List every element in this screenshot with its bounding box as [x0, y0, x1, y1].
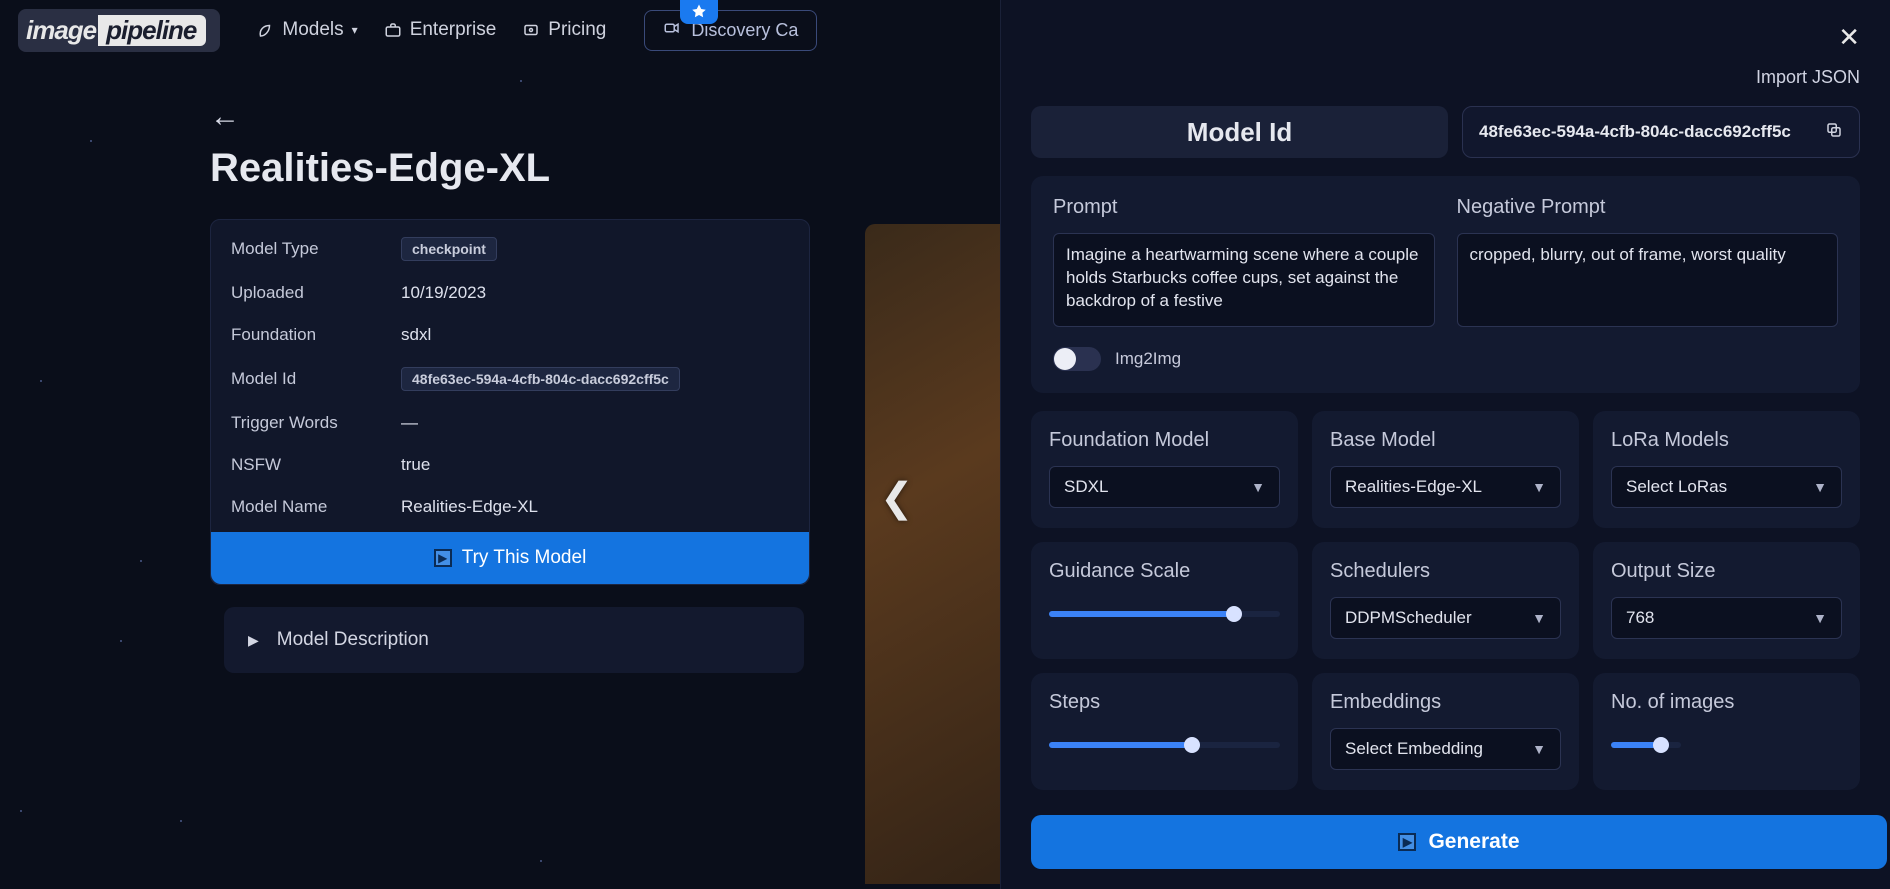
value: —: [401, 413, 418, 433]
chevron-down-icon: ▼: [1532, 610, 1546, 626]
import-json-link[interactable]: Import JSON: [1031, 67, 1860, 88]
nav: Models ▾ Enterprise Pricing: [256, 19, 606, 41]
num-images-slider[interactable]: [1611, 742, 1681, 748]
value: 10/19/2023: [401, 283, 486, 303]
foundation-label: Foundation Model: [1049, 429, 1280, 452]
embeddings-value: Select Embedding: [1345, 739, 1483, 759]
label: Model Type: [231, 239, 401, 259]
briefcase-icon: [384, 21, 402, 39]
guidance-slider[interactable]: [1049, 611, 1280, 617]
chevron-left-icon[interactable]: ❮: [880, 475, 914, 521]
label: Trigger Words: [231, 413, 401, 433]
info-row-model-name: Model Name Realities-Edge-XL: [211, 486, 809, 528]
generate-button[interactable]: ▶ Generate: [1031, 815, 1887, 869]
lora-select[interactable]: Select LoRas ▼: [1611, 466, 1842, 508]
tag-icon: [522, 21, 540, 39]
info-row-model-type: Model Type checkpoint: [211, 226, 809, 272]
scheduler-label: Schedulers: [1330, 560, 1561, 583]
img2img-label: Img2Img: [1115, 349, 1181, 369]
nav-models-label: Models: [282, 19, 343, 41]
guidance-label: Guidance Scale: [1049, 560, 1280, 583]
discovery-call-button[interactable]: Discovery Ca: [644, 10, 817, 51]
value: true: [401, 455, 430, 475]
info-row-uploaded: Uploaded 10/19/2023: [211, 272, 809, 314]
neg-prompt-input[interactable]: [1457, 233, 1839, 327]
output-size-select[interactable]: 768 ▼: [1611, 597, 1842, 639]
embeddings-select[interactable]: Select Embedding ▼: [1330, 728, 1561, 770]
nav-pricing-label: Pricing: [548, 19, 606, 41]
info-card: Model Type checkpoint Uploaded 10/19/202…: [210, 219, 810, 585]
neg-prompt-label: Negative Prompt: [1457, 196, 1839, 219]
model-description-toggle[interactable]: ▶ Model Description: [224, 607, 804, 673]
nav-pricing[interactable]: Pricing: [522, 19, 606, 41]
prompt-label: Prompt: [1053, 196, 1435, 219]
nav-enterprise-label: Enterprise: [410, 19, 497, 41]
model-description-label: Model Description: [277, 629, 429, 651]
model-id-field: 48fe63ec-594a-4cfb-804c-dacc692cff5c: [1462, 106, 1860, 158]
base-model-label: Base Model: [1330, 429, 1561, 452]
try-model-button[interactable]: ▶ Try This Model: [211, 532, 809, 584]
logo-pipeline-text: pipeline: [98, 15, 206, 46]
model-id-header: Model Id: [1031, 106, 1448, 158]
model-type-badge: checkpoint: [401, 237, 497, 261]
base-model-select[interactable]: Realities-Edge-XL ▼: [1330, 466, 1561, 508]
copy-icon[interactable]: [1825, 121, 1843, 144]
prompt-input[interactable]: [1053, 233, 1435, 327]
label: Model Name: [231, 497, 401, 517]
info-row-trigger: Trigger Words —: [211, 402, 809, 444]
try-model-label: Try This Model: [462, 547, 587, 569]
scheduler-value: DDPMScheduler: [1345, 608, 1472, 628]
rocket-badge: [680, 0, 718, 24]
value: Realities-Edge-XL: [401, 497, 538, 517]
label: Uploaded: [231, 283, 401, 303]
chevron-down-icon: ▼: [1251, 479, 1265, 495]
logo-image-text: image: [26, 15, 96, 46]
label: Model Id: [231, 369, 401, 389]
play-icon: ▶: [1398, 833, 1416, 851]
chevron-down-icon: ▾: [352, 23, 358, 37]
label: NSFW: [231, 455, 401, 475]
label: Foundation: [231, 325, 401, 345]
prompt-block: Prompt Negative Prompt Img2Img: [1031, 176, 1860, 393]
steps-label: Steps: [1049, 691, 1280, 714]
generate-label: Generate: [1428, 830, 1519, 854]
chevron-down-icon: ▼: [1532, 479, 1546, 495]
info-row-model-id: Model Id 48fe63ec-594a-4cfb-804c-dacc692…: [211, 356, 809, 402]
foundation-value: SDXL: [1064, 477, 1108, 497]
lora-value: Select LoRas: [1626, 477, 1727, 497]
value: sdxl: [401, 325, 431, 345]
info-row-foundation: Foundation sdxl: [211, 314, 809, 356]
nav-models[interactable]: Models ▾: [256, 19, 357, 41]
num-images-label: No. of images: [1611, 691, 1842, 714]
chevron-down-icon: ▼: [1813, 610, 1827, 626]
foundation-select[interactable]: SDXL ▼: [1049, 466, 1280, 508]
nav-enterprise[interactable]: Enterprise: [384, 19, 497, 41]
steps-slider[interactable]: [1049, 742, 1280, 748]
lora-label: LoRa Models: [1611, 429, 1842, 452]
base-model-value: Realities-Edge-XL: [1345, 477, 1482, 497]
model-id-value: 48fe63ec-594a-4cfb-804c-dacc692cff5c: [1479, 122, 1791, 142]
model-id-badge: 48fe63ec-594a-4cfb-804c-dacc692cff5c: [401, 367, 680, 391]
output-size-label: Output Size: [1611, 560, 1842, 583]
leaf-icon: [256, 21, 274, 39]
close-icon[interactable]: ✕: [1838, 22, 1860, 53]
chevron-down-icon: ▼: [1813, 479, 1827, 495]
video-icon: [663, 19, 681, 42]
logo[interactable]: image pipeline: [18, 9, 220, 52]
scheduler-select[interactable]: DDPMScheduler ▼: [1330, 597, 1561, 639]
generation-panel: ✕ Import JSON Model Id 48fe63ec-594a-4cf…: [1000, 0, 1890, 889]
info-row-nsfw: NSFW true: [211, 444, 809, 486]
play-icon: ▶: [434, 549, 452, 567]
img2img-toggle[interactable]: [1053, 347, 1101, 371]
caret-right-icon: ▶: [248, 632, 259, 649]
embeddings-label: Embeddings: [1330, 691, 1561, 714]
chevron-down-icon: ▼: [1532, 741, 1546, 757]
output-size-value: 768: [1626, 608, 1654, 628]
